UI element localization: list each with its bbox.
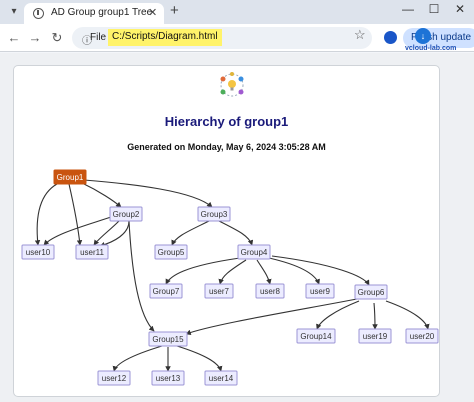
node-group2[interactable]: Group2 xyxy=(109,206,143,222)
node-user11[interactable]: user11 xyxy=(75,244,109,260)
edge-group15-user14 xyxy=(176,345,223,372)
close-tab-icon[interactable]: ✕ xyxy=(148,6,157,19)
edge-group6-user20 xyxy=(385,300,430,330)
node-label: Group2 xyxy=(113,210,140,219)
reload-button[interactable]: ↻ xyxy=(49,30,65,46)
node-label: Group15 xyxy=(152,335,184,344)
node-label: user20 xyxy=(410,332,435,341)
diagram-card: Hierarchy of group1 Generated on Monday,… xyxy=(13,65,440,397)
tab-title: AD Group group1 Tree xyxy=(51,7,153,18)
node-user7[interactable]: user7 xyxy=(204,283,234,299)
edge-group2-user11 xyxy=(93,220,120,246)
edge-group4-group7 xyxy=(165,257,241,285)
edge-group1-user10 xyxy=(34,183,58,246)
address-bar[interactable]: ⓘ File C:/Scripts/Diagram.html xyxy=(72,27,372,49)
node-label: user19 xyxy=(363,332,388,341)
url-scheme-label: File xyxy=(90,32,107,43)
edge-group6-user19 xyxy=(372,302,378,330)
tab-strip: ▾ AD Group group1 Tree ✕ + — ☐ ✕ xyxy=(0,0,474,24)
close-window-button[interactable]: ✕ xyxy=(450,2,470,16)
node-user19[interactable]: user19 xyxy=(358,328,392,344)
node-user8[interactable]: user8 xyxy=(255,283,285,299)
node-user9[interactable]: user9 xyxy=(305,283,335,299)
node-group5[interactable]: Group5 xyxy=(154,244,188,260)
node-group14[interactable]: Group14 xyxy=(296,328,336,344)
node-user13[interactable]: user13 xyxy=(151,370,185,386)
node-group6[interactable]: Group6 xyxy=(354,284,388,300)
edge-group3-group5 xyxy=(171,220,210,246)
edge-group1-user11 xyxy=(68,183,83,246)
node-group3[interactable]: Group3 xyxy=(197,206,231,222)
bookmark-star-icon[interactable]: ☆ xyxy=(354,27,366,43)
node-user20[interactable]: user20 xyxy=(405,328,439,344)
node-group1[interactable]: Group1 xyxy=(53,169,87,185)
tab-search-icon[interactable]: ▾ xyxy=(6,4,22,20)
node-user10[interactable]: user10 xyxy=(21,244,55,260)
forward-button[interactable]: → xyxy=(27,30,43,45)
watermark-text: vcloud-lab.com xyxy=(405,45,457,52)
node-group7[interactable]: Group7 xyxy=(149,283,183,299)
node-label: user14 xyxy=(209,374,234,383)
edge-group4-user7 xyxy=(218,259,247,285)
edge-group2-group15 xyxy=(128,220,155,332)
browser-window: ▾ AD Group group1 Tree ✕ + — ☐ ✕ ← → ↻ ⓘ… xyxy=(0,0,474,402)
profile-avatar[interactable] xyxy=(384,31,397,44)
edge-group2-user10 xyxy=(43,216,112,246)
new-tab-button[interactable]: + xyxy=(170,2,179,19)
maximize-button[interactable]: ☐ xyxy=(424,2,444,16)
edge-group1-group3 xyxy=(83,179,213,208)
edge-group3-group4 xyxy=(218,220,254,246)
hierarchy-diagram: Group1 Group2 Group3 user10 user11 Group… xyxy=(21,169,439,386)
node-label: Group4 xyxy=(241,248,268,257)
edge-group1-group2 xyxy=(81,182,122,208)
browser-toolbar: ← → ↻ ⓘ File C:/Scripts/Diagram.html ☆ F… xyxy=(0,24,474,52)
edge-group15-user12 xyxy=(112,345,163,372)
active-tab[interactable]: AD Group group1 Tree ✕ xyxy=(24,3,164,24)
minimize-button[interactable]: — xyxy=(398,2,418,16)
url-text[interactable]: C:/Scripts/Diagram.html xyxy=(108,29,222,46)
node-label: user11 xyxy=(80,248,104,257)
node-label: user8 xyxy=(260,287,281,296)
node-group15[interactable]: Group15 xyxy=(148,331,188,347)
node-label: Group14 xyxy=(300,332,332,341)
page-content: Hierarchy of group1 Generated on Monday,… xyxy=(0,53,474,402)
back-button[interactable]: ← xyxy=(6,30,22,45)
watermark-badge-icon: ↓ xyxy=(415,28,431,44)
edge-group4-user8 xyxy=(256,259,272,285)
node-user14[interactable]: user14 xyxy=(204,370,238,386)
edge-group4-group6 xyxy=(271,255,370,286)
globe-icon xyxy=(33,8,44,19)
node-user12[interactable]: user12 xyxy=(97,370,131,386)
node-label: Group6 xyxy=(358,288,385,297)
node-label: Group5 xyxy=(158,248,185,257)
node-group4[interactable]: Group4 xyxy=(237,244,271,260)
node-label: Group3 xyxy=(201,210,228,219)
node-label: user9 xyxy=(310,287,331,296)
node-label: Group1 xyxy=(57,173,84,182)
node-label: user12 xyxy=(102,374,127,383)
node-label: user10 xyxy=(26,248,51,257)
node-label: user7 xyxy=(209,287,230,296)
node-label: Group7 xyxy=(153,287,180,296)
node-label: user13 xyxy=(156,374,181,383)
